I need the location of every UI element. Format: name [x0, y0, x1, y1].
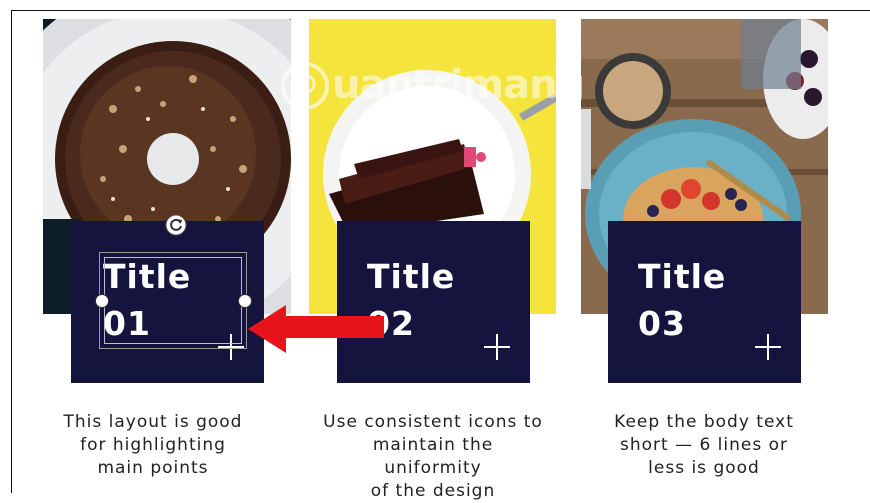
rotate-handle-icon[interactable]: [165, 214, 187, 236]
lightbulb-icon: [281, 62, 329, 110]
text-selection-inner-box: [104, 257, 242, 344]
watermark-text: uantrimang: [332, 62, 585, 108]
title-card-3[interactable]: Title 03: [608, 221, 801, 383]
slide-border-left: [11, 10, 12, 493]
plus-icon[interactable]: [484, 334, 510, 360]
title-card-2[interactable]: Title 02: [337, 221, 530, 383]
caption-2[interactable]: Use consistent icons to maintain the uni…: [322, 411, 544, 503]
caption-3[interactable]: Keep the body text short — 6 lines or le…: [594, 411, 814, 480]
red-arrow-annotation: [248, 305, 384, 353]
watermark-logo: uantrimang: [280, 58, 585, 118]
resize-handle-left[interactable]: [95, 294, 109, 308]
card-title-3[interactable]: Title 03: [638, 253, 788, 347]
caption-1[interactable]: This layout is good for highlighting mai…: [43, 411, 263, 480]
slide-border-top: [11, 10, 870, 11]
plus-icon[interactable]: [755, 334, 781, 360]
card-title-2[interactable]: Title 02: [367, 253, 517, 347]
